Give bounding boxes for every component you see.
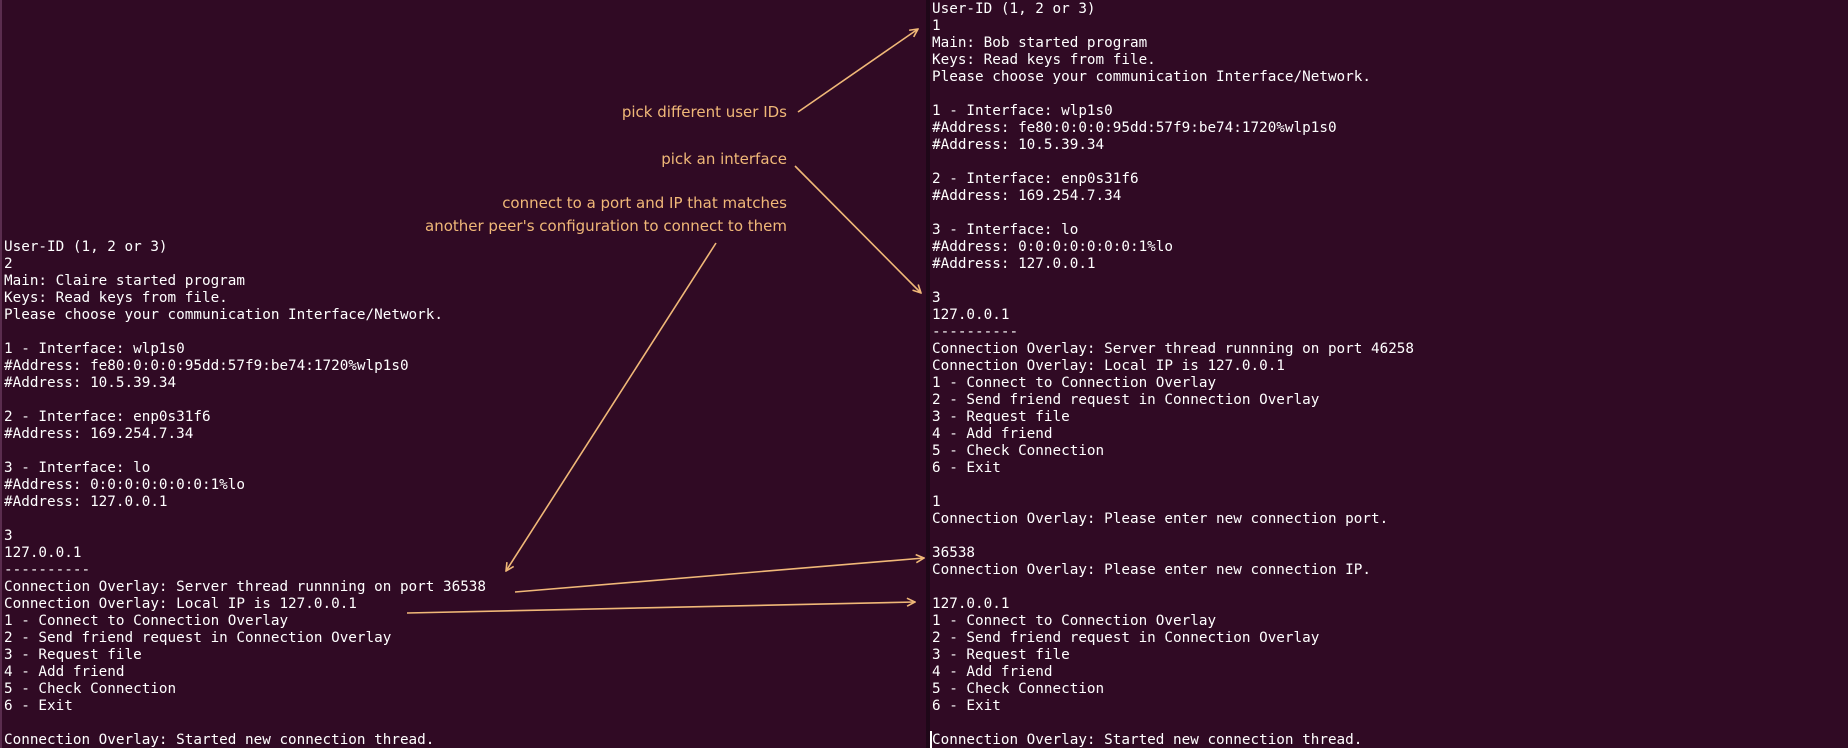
right-terminal-pane[interactable]: User-ID (1, 2 or 3) 1 Main: Bob started pr… [930, 0, 1848, 748]
left-terminal-line [4, 443, 486, 460]
left-terminal-line: #Address: 10.5.39.34 [4, 375, 177, 391]
right-terminal-line: 3 - Request file [932, 409, 1070, 425]
left-terminal-line: ---------- [4, 562, 91, 578]
left-terminal-pane[interactable]: User-ID (1, 2 or 3) 2 Main: Claire started… [0, 0, 926, 748]
right-terminal-line: #Address: fe80:0:0:0:95dd:57f9:be74:1720… [932, 120, 1337, 136]
left-terminal-line: #Address: 127.0.0.1 [4, 494, 168, 510]
right-terminal-line: 2 - Interface: enp0s31f6 [932, 171, 1139, 187]
right-terminal-line [932, 273, 1414, 290]
left-terminal-line: User-ID (1, 2 or 3) [4, 239, 168, 255]
right-terminal-line: Connection Overlay: Please enter new con… [932, 511, 1389, 527]
left-terminal-line: #Address: fe80:0:0:0:95dd:57f9:be74:1720… [4, 358, 409, 374]
left-terminal-line: Connection Overlay: Local IP is 127.0.0.… [4, 596, 357, 612]
right-terminal-line: Please choose your communication Interfa… [932, 69, 1371, 85]
right-terminal-line: 127.0.0.1 [932, 596, 1010, 612]
left-terminal-line [4, 511, 486, 528]
right-terminal-line: 1 [932, 494, 941, 510]
right-terminal-line: 3 - Interface: lo [932, 222, 1079, 238]
right-terminal-line: 1 - Interface: wlp1s0 [932, 103, 1113, 119]
annotation-connect-line2: another peer's configuration to connect … [425, 216, 787, 235]
left-terminal-line: 3 - Request file [4, 647, 142, 663]
left-terminal-line [4, 715, 486, 732]
right-terminal-line: 2 - Send friend request in Connection Ov… [932, 392, 1320, 408]
annotation-connect: connect to a port and IP that matches an… [425, 192, 787, 237]
right-terminal-line: 3 - Request file [932, 647, 1070, 663]
right-terminal-line: 3 [932, 290, 941, 306]
left-terminal-line: 2 [4, 256, 13, 272]
right-terminal-output: User-ID (1, 2 or 3) 1 Main: Bob started pr… [932, 1, 1414, 748]
right-terminal-line [932, 154, 1414, 171]
left-terminal-output: User-ID (1, 2 or 3) 2 Main: Claire started… [4, 239, 486, 748]
right-terminal-line [932, 528, 1414, 545]
right-terminal-line: 127.0.0.1 [932, 307, 1010, 323]
left-terminal-line: 6 - Exit [4, 698, 73, 714]
left-terminal-line: 3 [4, 528, 13, 544]
left-terminal-line: 1 - Connect to Connection Overlay [4, 613, 289, 629]
right-terminal-line: #Address: 127.0.0.1 [932, 256, 1096, 272]
right-terminal-line: 4 - Add friend [932, 426, 1053, 442]
right-terminal-line: Connection Overlay: Server thread runnni… [932, 341, 1415, 357]
right-terminal-line: Main: Bob started program [932, 35, 1148, 51]
right-terminal-line [932, 86, 1414, 103]
left-terminal-line: 2 - Interface: enp0s31f6 [4, 409, 211, 425]
left-terminal-line: 5 - Check Connection [4, 681, 177, 697]
right-terminal-line: Connection Overlay: Please enter new con… [932, 562, 1371, 578]
right-terminal-line: User-ID (1, 2 or 3) [932, 1, 1096, 17]
right-terminal-line: ---------- [932, 324, 1019, 340]
right-terminal-line: #Address: 0:0:0:0:0:0:0:1%lo [932, 239, 1174, 255]
right-terminal-line: 1 [932, 18, 941, 34]
right-terminal-line: 2 - Send friend request in Connection Ov… [932, 630, 1320, 646]
left-terminal-line: Connection Overlay: Started new connecti… [4, 732, 435, 748]
left-terminal-line: Main: Claire started program [4, 273, 246, 289]
left-terminal-line: Please choose your communication Interfa… [4, 307, 443, 323]
right-terminal-line [932, 477, 1414, 494]
right-terminal-line: Connection Overlay: Started new connecti… [932, 732, 1363, 748]
right-terminal-line: 6 - Exit [932, 698, 1001, 714]
right-terminal-cursor [930, 731, 932, 748]
left-terminal-line: #Address: 0:0:0:0:0:0:0:1%lo [4, 477, 246, 493]
left-terminal-line [4, 324, 486, 341]
left-terminal-line: 127.0.0.1 [4, 545, 82, 561]
right-terminal-line: 5 - Check Connection [932, 443, 1105, 459]
right-terminal-line: #Address: 169.254.7.34 [932, 188, 1122, 204]
annotation-user-ids: pick different user IDs [621, 103, 787, 121]
left-terminal-line: Keys: Read keys from file. [4, 290, 228, 306]
right-terminal-line: Connection Overlay: Local IP is 127.0.0.… [932, 358, 1285, 374]
annotation-connect-line1: connect to a port and IP that matches [502, 194, 787, 212]
right-terminal-line: 1 - Connect to Connection Overlay [932, 613, 1217, 629]
right-terminal-line [932, 579, 1414, 596]
left-terminal-line: Connection Overlay: Server thread runnni… [4, 579, 487, 595]
right-terminal-line [932, 715, 1414, 732]
right-terminal-line [932, 205, 1414, 222]
left-terminal-line: 4 - Add friend [4, 664, 125, 680]
right-terminal-line: 36538 [932, 545, 976, 561]
right-terminal-line: 5 - Check Connection [932, 681, 1105, 697]
right-terminal-line: #Address: 10.5.39.34 [932, 137, 1105, 153]
right-terminal-line: 6 - Exit [932, 460, 1001, 476]
left-terminal-line [4, 392, 486, 409]
left-terminal-line: #Address: 169.254.7.34 [4, 426, 194, 442]
right-terminal-line: 4 - Add friend [932, 664, 1053, 680]
right-terminal-line: 1 - Connect to Connection Overlay [932, 375, 1217, 391]
left-terminal-line: 1 - Interface: wlp1s0 [4, 341, 185, 357]
annotation-interface: pick an interface [661, 150, 787, 168]
right-terminal-line: Keys: Read keys from file. [932, 52, 1156, 68]
left-terminal-line: 2 - Send friend request in Connection Ov… [4, 630, 392, 646]
left-terminal-line: 3 - Interface: lo [4, 460, 151, 476]
